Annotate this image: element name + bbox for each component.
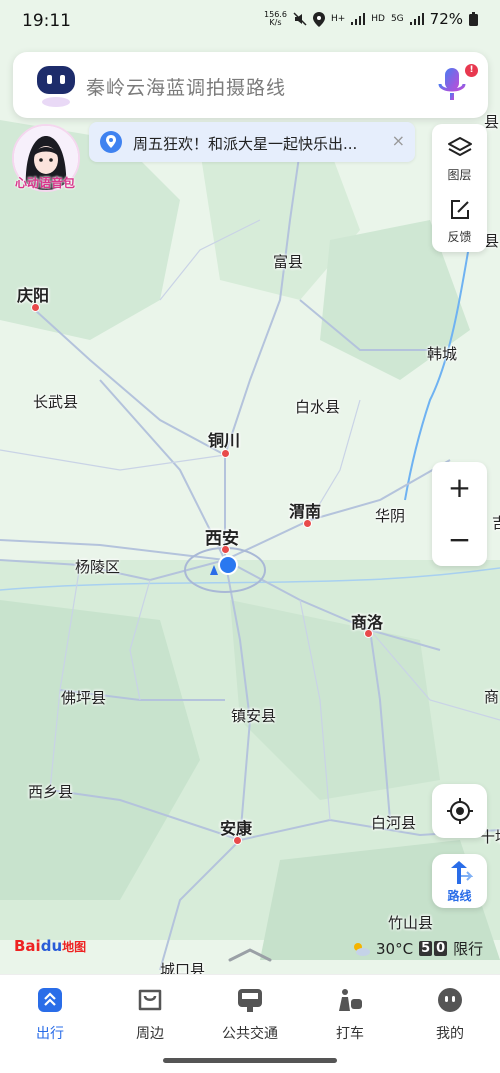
- chevron-up-icon[interactable]: [228, 946, 272, 962]
- notification-badge: !: [465, 64, 478, 77]
- city-label[interactable]: 杨陵区: [75, 556, 120, 577]
- city-dot: [221, 449, 230, 458]
- assistant-robot-icon[interactable]: [33, 62, 79, 108]
- city-label[interactable]: 白河县: [371, 812, 416, 833]
- city-dot: [31, 303, 40, 312]
- signal-icon: [351, 13, 366, 25]
- zoom-controls: + −: [432, 462, 487, 566]
- route-button[interactable]: 路线: [432, 854, 487, 908]
- city-label[interactable]: 白水县: [295, 396, 340, 417]
- network-5g-label: 5G: [390, 14, 404, 24]
- city-label[interactable]: 西乡县: [28, 781, 73, 802]
- status-time: 19:11: [22, 11, 71, 31]
- location-pin-icon: [312, 11, 325, 27]
- tab-label: 我的: [436, 1026, 464, 1042]
- home-indicator[interactable]: [163, 1058, 337, 1063]
- signal-type-label: H+: [330, 14, 346, 24]
- mute-icon: [293, 12, 307, 26]
- search-placeholder[interactable]: 秦岭云海蓝调拍摄路线: [86, 73, 286, 100]
- tab-label: 周边: [136, 1026, 164, 1042]
- locate-crosshair-icon: [447, 798, 473, 824]
- promo-banner[interactable]: 周五狂欢！和派大星一起快乐出... ×: [89, 122, 415, 162]
- tab-travel[interactable]: 出行: [0, 987, 100, 1043]
- partly-cloudy-icon: [354, 942, 370, 956]
- signal-icon: [409, 13, 424, 25]
- taxi-icon: [339, 989, 362, 1011]
- restrict-digit: 5: [419, 941, 433, 956]
- tab-profile[interactable]: 我的: [400, 987, 500, 1043]
- promo-text[interactable]: 周五狂欢！和派大星一起快乐出...: [133, 133, 357, 154]
- city-label[interactable]: 铜川: [208, 427, 240, 451]
- close-icon[interactable]: ×: [392, 131, 405, 150]
- zoom-out-button[interactable]: −: [432, 514, 487, 566]
- hd-label: HD: [371, 14, 385, 24]
- weather-widget[interactable]: 30°C 5 0 限行: [352, 938, 483, 959]
- logo-bai: Bai: [14, 937, 41, 955]
- city-label[interactable]: 竹山县: [388, 912, 433, 933]
- route-arrow-icon: [451, 861, 473, 884]
- battery-icon: [469, 12, 478, 26]
- edit-feedback-icon: [451, 200, 469, 219]
- layers-label: 图层: [447, 168, 472, 182]
- zoom-in-button[interactable]: +: [432, 462, 487, 514]
- battery-percent: 72%: [429, 10, 463, 28]
- city-label[interactable]: 镇安县: [231, 705, 276, 726]
- city-label[interactable]: 华阴: [375, 505, 405, 526]
- feedback-label: 反馈: [447, 230, 472, 244]
- status-bar: 19:11 156.6 K/s H+ HD 5G 72%: [0, 0, 500, 44]
- travel-icon: [38, 988, 62, 1012]
- tab-label: 出行: [36, 1026, 64, 1042]
- map-tools-panel: 图层 反馈: [432, 124, 487, 252]
- tab-taxi[interactable]: 打车: [300, 987, 400, 1043]
- city-dot: [364, 629, 373, 638]
- network-speed: 156.6 K/s: [264, 11, 287, 27]
- network-speed-unit: K/s: [269, 18, 282, 27]
- voice-pack-label[interactable]: 心动语音包: [6, 174, 84, 191]
- city-label[interactable]: 佛坪县: [61, 687, 106, 708]
- tab-nearby[interactable]: 周边: [100, 987, 200, 1043]
- city-label[interactable]: 韩城: [427, 343, 457, 364]
- tab-label: 公共交通: [222, 1026, 278, 1042]
- restrict-digit: 0: [434, 941, 448, 956]
- locate-button[interactable]: [432, 784, 487, 838]
- location-pin-icon: [100, 131, 122, 153]
- temperature: 30°C: [376, 939, 414, 958]
- city-label[interactable]: 长武县: [33, 391, 78, 412]
- traffic-restrict-label: 限行: [453, 940, 484, 958]
- city-label[interactable]: 吉: [492, 512, 500, 533]
- tab-label: 打车: [336, 1026, 364, 1042]
- city-dot: [303, 519, 312, 528]
- nearby-bag-icon: [138, 989, 162, 1011]
- layers-icon: [448, 137, 472, 156]
- status-icons: 156.6 K/s H+ HD 5G 72%: [264, 10, 478, 28]
- route-label: 路线: [447, 889, 472, 903]
- baidu-logo: Baidu地图: [14, 937, 86, 955]
- profile-face-icon: [438, 988, 462, 1012]
- feedback-button[interactable]: 反馈: [432, 190, 487, 252]
- city-dot: [233, 836, 242, 845]
- microphone-icon[interactable]: [436, 66, 468, 104]
- bus-icon: [238, 989, 262, 1012]
- current-location-icon: [210, 555, 238, 575]
- layers-button[interactable]: 图层: [432, 128, 487, 190]
- city-label[interactable]: 富县: [273, 251, 303, 272]
- tab-transit[interactable]: 公共交通: [200, 987, 300, 1043]
- search-bar[interactable]: 秦岭云海蓝调拍摄路线 !: [13, 52, 488, 118]
- city-label[interactable]: 商: [484, 686, 499, 707]
- logo-du: du: [40, 937, 63, 955]
- logo-map: 地图: [62, 940, 87, 954]
